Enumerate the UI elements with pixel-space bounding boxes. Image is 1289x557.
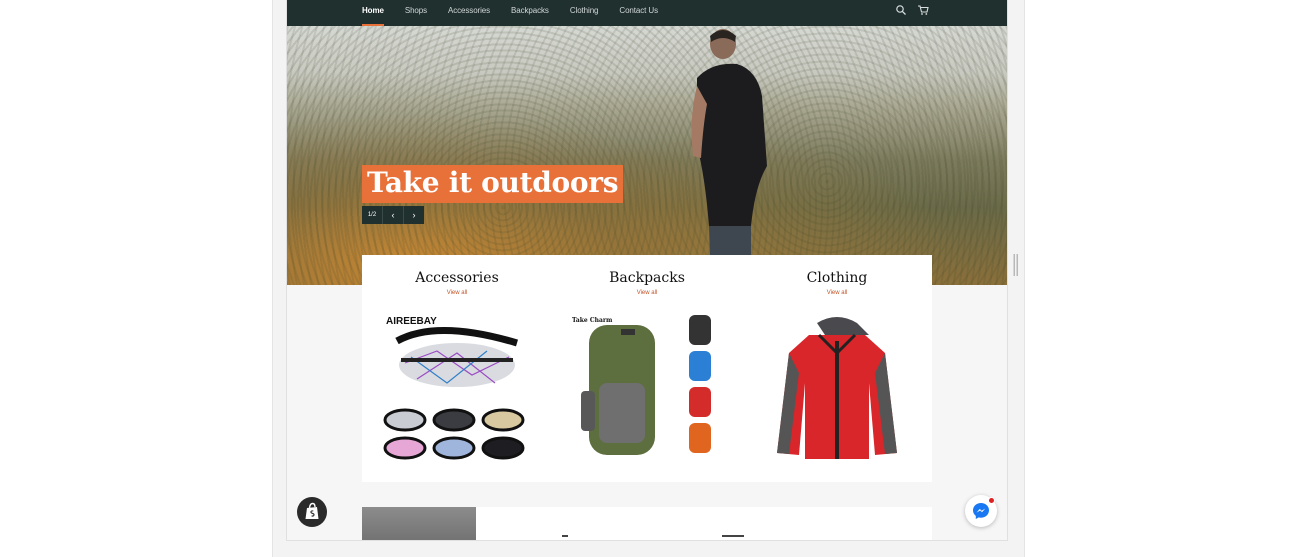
collection-clothing[interactable]: Clothing View all bbox=[742, 255, 932, 482]
product-thumbnail-edge bbox=[722, 535, 744, 537]
collection-title: Backpacks bbox=[609, 270, 685, 286]
slide-prev-button[interactable]: ‹ bbox=[382, 206, 403, 224]
collection-title: Accessories bbox=[415, 270, 499, 286]
notification-dot bbox=[988, 497, 995, 504]
nav-shops[interactable]: Shops bbox=[405, 0, 427, 26]
nav-contact-us[interactable]: Contact Us bbox=[619, 0, 658, 26]
product-thumbnail[interactable] bbox=[362, 507, 476, 540]
view-all-link[interactable]: View all bbox=[742, 290, 932, 296]
hero-title: Take it outdoors bbox=[362, 165, 624, 203]
collection-accessories[interactable]: Accessories View all AIREEBAY bbox=[362, 255, 552, 482]
product-thumbnail-edge bbox=[562, 535, 568, 537]
brand-label: Take Charm bbox=[572, 317, 613, 324]
clothing-product-image bbox=[777, 317, 897, 459]
chevron-right-icon: › bbox=[412, 210, 416, 220]
storefront: Home Shops Accessories Backpacks Clothin… bbox=[287, 0, 1007, 540]
chevron-left-icon: ‹ bbox=[391, 210, 395, 220]
view-all-link[interactable]: View all bbox=[362, 290, 552, 296]
brand-label: AIREEBAY bbox=[386, 316, 437, 327]
main-nav: Home Shops Accessories Backpacks Clothin… bbox=[362, 0, 679, 26]
collection-title: Clothing bbox=[806, 270, 868, 286]
messenger-chat-button[interactable] bbox=[965, 495, 997, 527]
search-icon[interactable] bbox=[895, 4, 907, 16]
scrollbar-handle[interactable] bbox=[1013, 254, 1019, 276]
accessories-product-image: AIREEBAY bbox=[383, 316, 525, 460]
collection-list: Accessories View all AIREEBAY Backpacks … bbox=[362, 255, 932, 482]
slide-next-button[interactable]: › bbox=[403, 206, 424, 224]
shopify-badge-button[interactable] bbox=[297, 497, 327, 527]
cart-icon[interactable] bbox=[917, 4, 929, 16]
featured-products-strip bbox=[362, 507, 932, 540]
nav-backpacks[interactable]: Backpacks bbox=[511, 0, 549, 26]
nav-accessories[interactable]: Accessories bbox=[448, 0, 490, 26]
slideshow-controls: 1/2 ‹ › bbox=[362, 206, 424, 224]
backpacks-product-image: Take Charm bbox=[572, 315, 711, 455]
nav-clothing[interactable]: Clothing bbox=[570, 0, 599, 26]
collection-backpacks[interactable]: Backpacks View all Take Charm bbox=[552, 255, 742, 482]
nav-home[interactable]: Home bbox=[362, 0, 384, 26]
hero-banner: Take it outdoors 1/2 ‹ › bbox=[287, 26, 1007, 285]
shopify-bag-icon bbox=[305, 502, 319, 519]
site-header: Home Shops Accessories Backpacks Clothin… bbox=[287, 0, 1007, 26]
header-icons bbox=[895, 4, 929, 16]
slide-counter: 1/2 bbox=[362, 206, 382, 224]
hero-landscape-image bbox=[287, 26, 1007, 285]
hero-hiker-figure bbox=[691, 29, 767, 285]
view-all-link[interactable]: View all bbox=[552, 290, 742, 296]
